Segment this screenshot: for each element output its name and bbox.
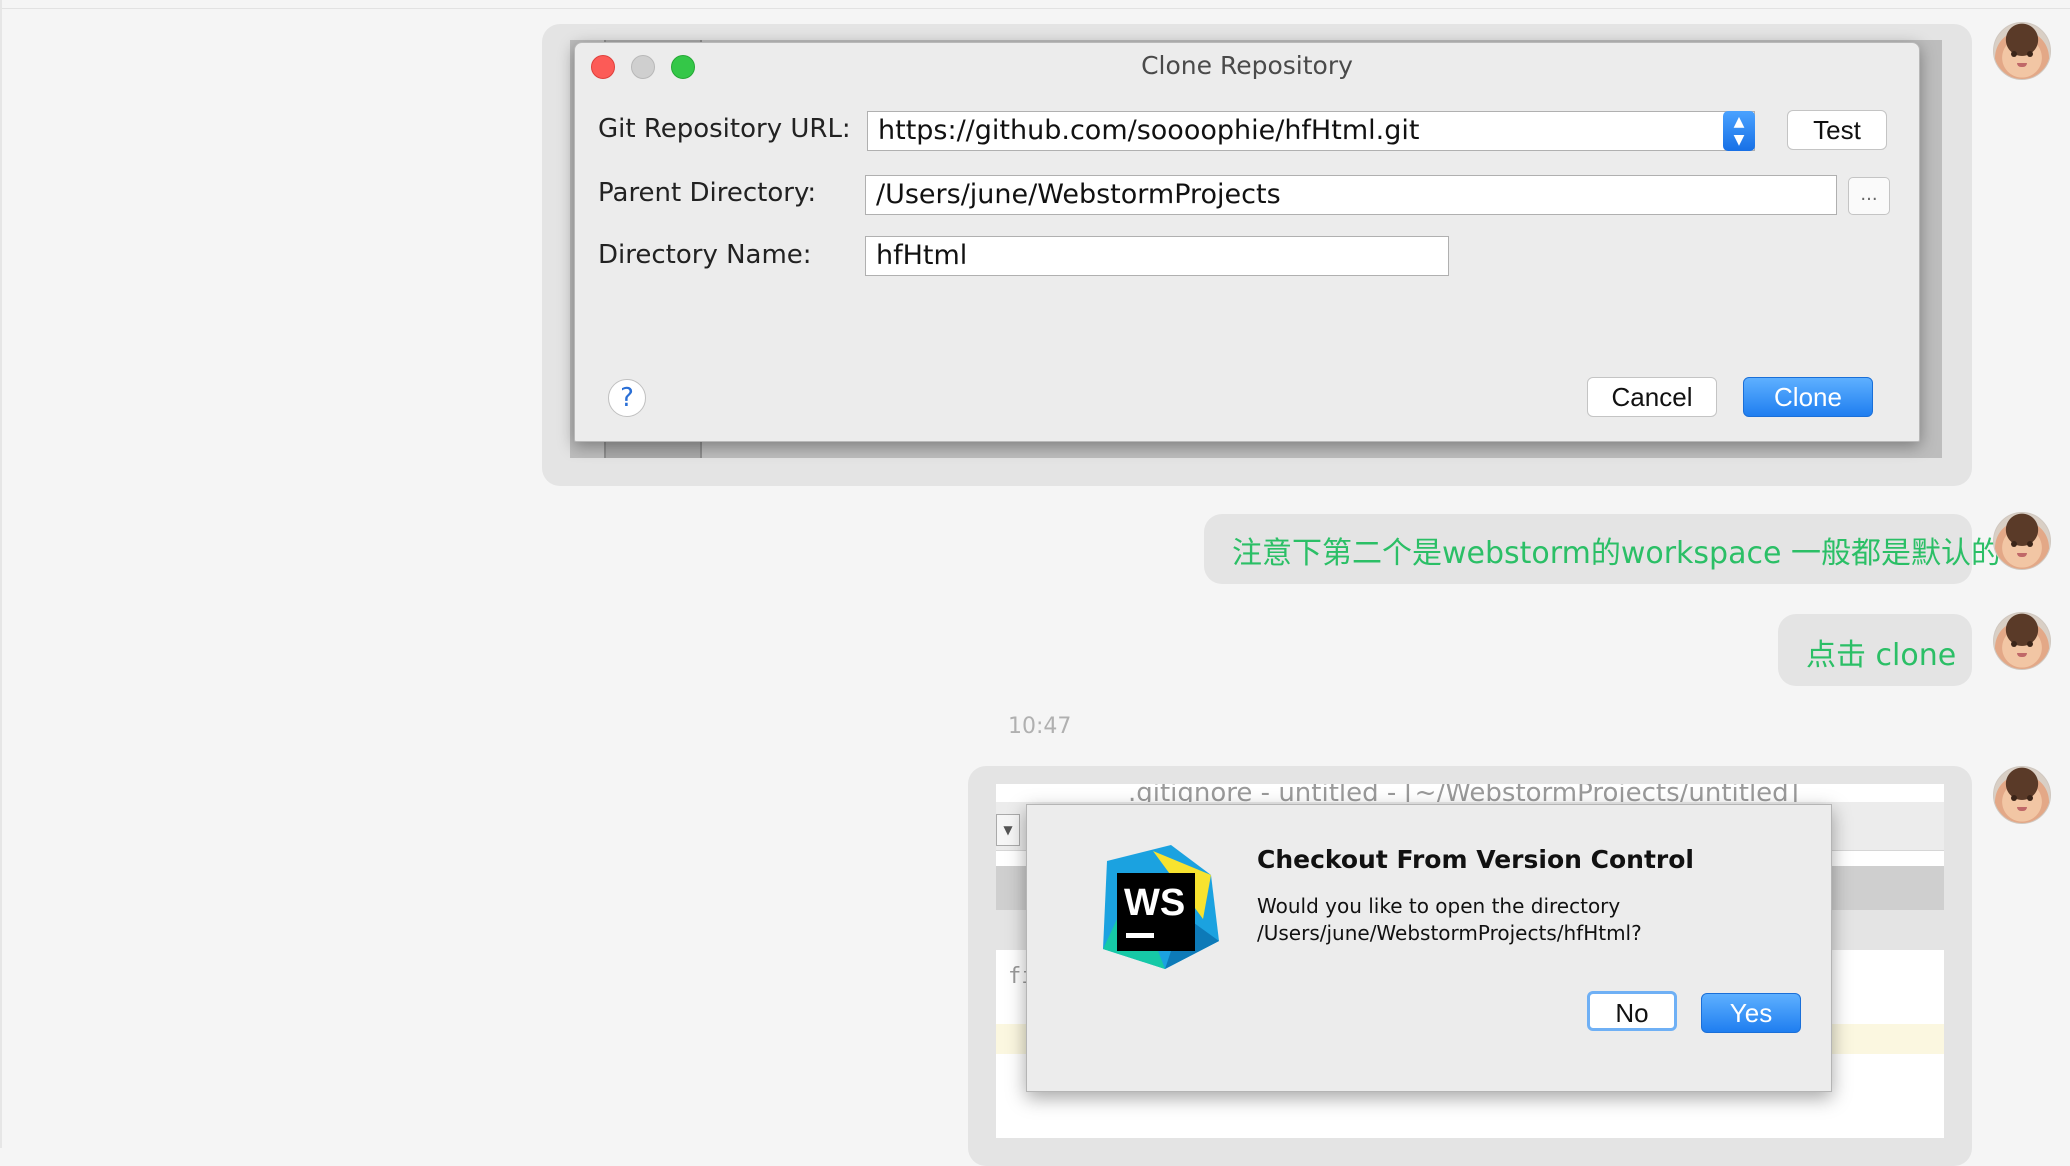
git-url-label: Git Repository URL: — [598, 114, 851, 144]
clone-repository-dialog: Clone Repository Git Repository URL: htt… — [574, 42, 1920, 442]
parent-directory-label: Parent Directory: — [598, 178, 817, 208]
message-line: /Users/june/WebstormProjects/hfHtml? — [1257, 921, 1642, 945]
checkout-dialog: WS Checkout From Version Control Would y… — [1026, 804, 1832, 1092]
browse-button[interactable]: ... — [1848, 177, 1890, 215]
message-line: Would you like to open the directory — [1257, 894, 1621, 918]
message-text: 注意下第二个是webstorm的workspace 一般都是默认的 — [1232, 536, 2001, 571]
directory-name-label: Directory Name: — [598, 240, 812, 270]
help-icon[interactable]: ? — [608, 379, 646, 417]
timestamp: 10:47 — [1008, 714, 1072, 739]
dialog-titlebar: Clone Repository — [575, 43, 1919, 87]
checkout-dialog-message: Would you like to open the directory /Us… — [1257, 893, 1642, 947]
top-divider — [0, 8, 2070, 9]
ws-logo-text: WS — [1124, 882, 1185, 924]
avatar[interactable] — [1993, 512, 2051, 570]
clone-button[interactable]: Clone — [1743, 377, 1873, 417]
directory-name-input[interactable]: hfHtml — [865, 236, 1449, 276]
left-divider — [0, 0, 2, 1148]
avatar[interactable] — [1993, 22, 2051, 80]
checkout-dialog-title: Checkout From Version Control — [1257, 845, 1694, 874]
message-text: 点击 clone — [1806, 638, 1957, 673]
avatar[interactable] — [1993, 766, 2051, 824]
url-history-dropdown-icon[interactable]: ▲ ▼ — [1723, 111, 1755, 151]
dialog-title: Clone Repository — [1141, 51, 1353, 80]
chevron-down-icon: ▼ — [996, 814, 1020, 846]
git-url-input[interactable]: https://github.com/soooophie/hfHtml.git — [867, 111, 1755, 151]
parent-directory-input[interactable]: /Users/june/WebstormProjects — [865, 175, 1837, 215]
cancel-button[interactable]: Cancel — [1587, 377, 1717, 417]
test-button[interactable]: Test — [1787, 110, 1887, 150]
avatar[interactable] — [1993, 612, 2051, 670]
webstorm-logo-icon: WS — [1103, 845, 1219, 969]
no-button[interactable]: No — [1587, 991, 1677, 1031]
yes-button[interactable]: Yes — [1701, 993, 1801, 1033]
